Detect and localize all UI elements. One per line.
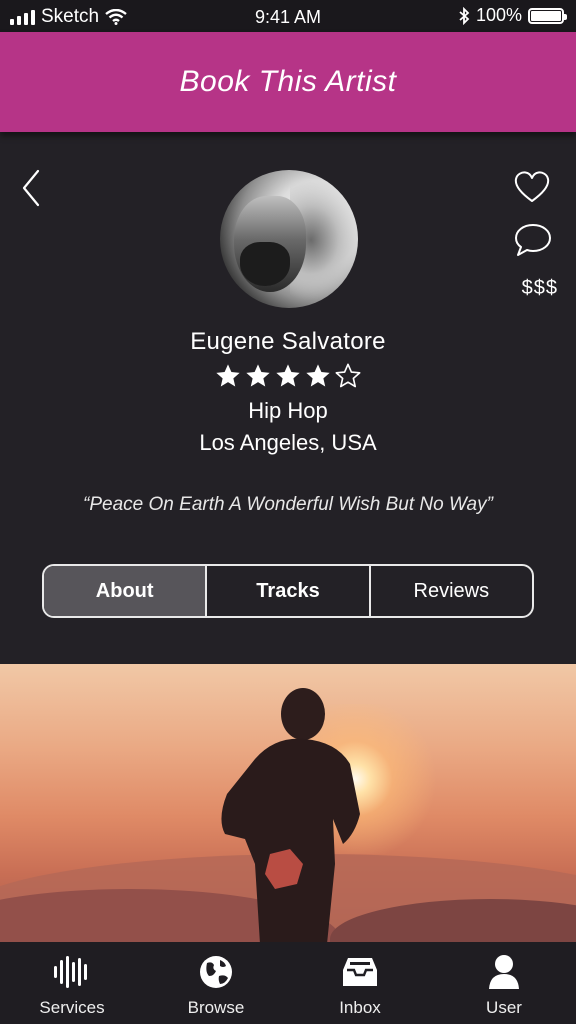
nav-browse[interactable]: Browse [144,942,288,1024]
profile-tabs: About Tracks Reviews [42,564,534,618]
silhouette-figure [221,688,360,942]
nav-user-label: User [486,998,522,1017]
star-rating [0,362,576,390]
user-icon [484,952,524,992]
back-chevron-icon [22,169,40,207]
sound-wave-icon [52,952,92,992]
nav-services[interactable]: Services [0,942,144,1024]
artist-photo [0,664,576,942]
page-title: Book This Artist [179,65,397,98]
bluetooth-icon [459,6,470,25]
artist-quote: “Peace On Earth A Wonderful Wish But No … [83,494,493,515]
tab-about[interactable]: About [44,566,206,616]
nav-services-label: Services [39,998,105,1017]
star-filled-icon [306,364,330,387]
battery-icon [528,7,567,24]
artist-location: Los Angeles, USA [199,430,377,455]
star-filled-icon [276,364,300,387]
heart-icon [514,171,550,202]
message-button[interactable] [514,222,552,263]
artist-genre: Hip Hop [248,398,328,423]
header-bar: Book This Artist [0,32,576,132]
battery-percent: 100% [475,5,522,25]
tab-tracks[interactable]: Tracks [205,566,368,616]
star-empty-icon [335,363,361,388]
tab-reviews[interactable]: Reviews [368,566,532,616]
nav-user[interactable]: User [432,942,576,1024]
artist-avatar [220,170,358,308]
nav-inbox[interactable]: Inbox [288,942,432,1024]
nav-browse-label: Browse [187,998,245,1017]
chat-bubble-icon [515,224,551,256]
bottom-nav: Services Browse Inbox User [0,942,576,1024]
price-level: $$$ [521,277,558,299]
star-filled-icon [216,364,240,387]
nav-inbox-label: Inbox [339,998,381,1017]
globe-icon [196,952,236,992]
inbox-tray-icon [340,952,380,992]
status-bar: Sketch 9:41 AM 100% [0,0,576,32]
favorite-button[interactable] [514,170,550,209]
artist-name: Eugene Salvatore [190,328,386,355]
back-button[interactable] [18,168,48,208]
status-right: 100% [458,5,567,26]
star-filled-icon [246,364,270,387]
